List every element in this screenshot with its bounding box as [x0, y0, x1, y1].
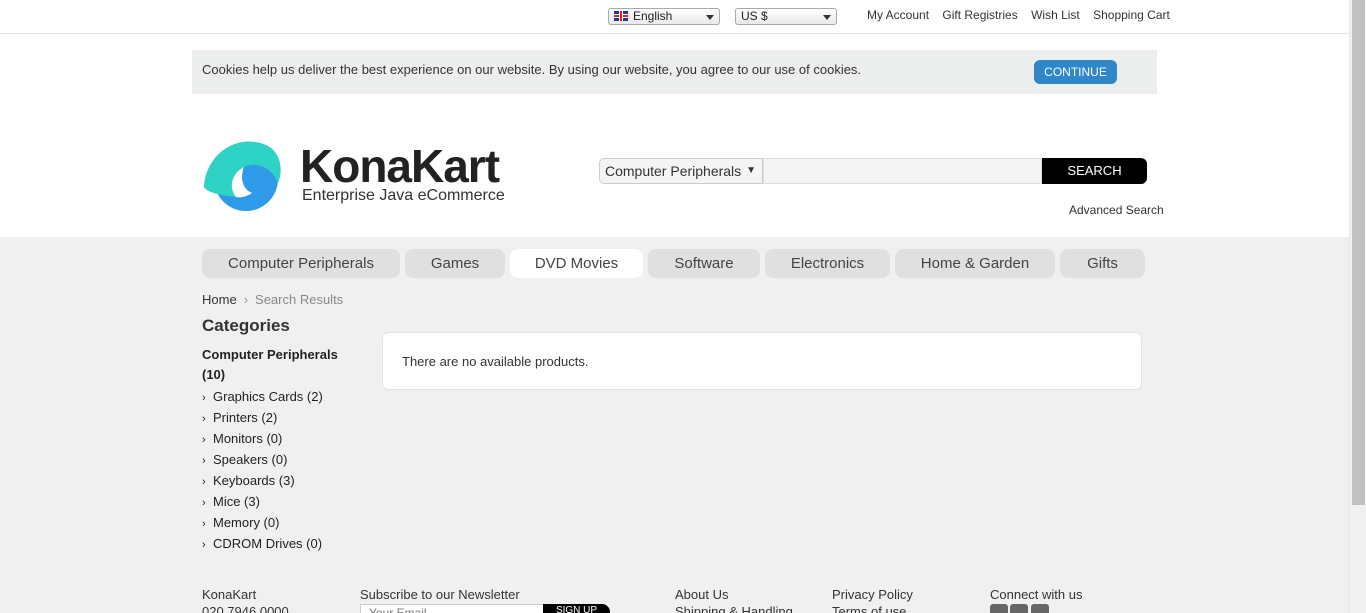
tab-software[interactable]: Software	[648, 249, 760, 278]
category-label: CDROM Drives (0)	[213, 536, 323, 551]
list-item[interactable]: › Monitors (0)	[202, 429, 323, 450]
list-item[interactable]: › Speakers (0)	[202, 450, 323, 471]
breadcrumb-current: Search Results	[255, 292, 344, 307]
cookie-continue-button[interactable]: CONTINUE	[1034, 60, 1117, 84]
footer-shipping-link[interactable]: Shipping & Handling	[675, 604, 793, 613]
logo[interactable]: KonaKart Enterprise Java eCommerce	[200, 135, 510, 215]
caret-down-icon: ▼	[746, 165, 756, 176]
currency-select[interactable]: US $	[735, 8, 837, 25]
chevron-right-icon: ›	[202, 413, 206, 425]
search-category-select[interactable]: Computer Peripherals ▼	[599, 158, 763, 184]
tab-computer-peripherals[interactable]: Computer Peripherals	[202, 249, 400, 278]
top-bar: English US $ My Account Gift Registries …	[0, 0, 1349, 34]
chevron-right-icon: ›	[202, 455, 206, 467]
chevron-down-icon	[706, 15, 714, 20]
scrollbar[interactable]	[1349, 0, 1366, 613]
search-input[interactable]	[763, 158, 1042, 184]
konakart-logo-icon	[204, 141, 281, 211]
wish-list-link[interactable]: Wish List	[1031, 8, 1080, 22]
shopping-cart-link[interactable]: Shopping Cart	[1093, 8, 1170, 22]
tab-electronics[interactable]: Electronics	[765, 249, 890, 278]
currency-value: US $	[741, 9, 768, 23]
chevron-down-icon	[823, 15, 831, 20]
chevron-right-icon: ›	[202, 434, 206, 446]
newsletter-title: Subscribe to our Newsletter	[360, 587, 520, 602]
search-category-value: Computer Peripherals	[605, 163, 742, 179]
footer-company: KonaKart	[202, 587, 257, 602]
instagram-icon[interactable]	[1031, 604, 1049, 613]
advanced-search-link[interactable]: Advanced Search	[1069, 203, 1164, 217]
scrollbar-thumb[interactable]	[1352, 0, 1365, 505]
facebook-icon[interactable]	[1010, 604, 1028, 613]
category-label: Graphics Cards (2)	[213, 389, 323, 404]
twitter-icon[interactable]	[990, 604, 1008, 613]
category-label: Keyboards (3)	[213, 473, 295, 488]
language-select[interactable]: English	[608, 8, 720, 25]
category-label: Memory (0)	[213, 515, 280, 530]
chevron-right-icon: ›	[202, 539, 206, 551]
category-label: Speakers (0)	[213, 452, 288, 467]
search-button[interactable]: SEARCH	[1042, 158, 1147, 184]
logo-name: KonaKart	[300, 140, 500, 192]
results-panel: There are no available products.	[382, 332, 1142, 390]
tab-games[interactable]: Games	[405, 249, 505, 278]
my-account-link[interactable]: My Account	[867, 8, 929, 22]
gift-registries-link[interactable]: Gift Registries	[942, 8, 1017, 22]
category-label: Mice (3)	[213, 494, 260, 509]
newsletter-email-input[interactable]: Your Email	[360, 604, 545, 613]
list-item[interactable]: › Memory (0)	[202, 513, 323, 534]
footer-about-link[interactable]: About Us	[675, 587, 728, 602]
breadcrumb-home[interactable]: Home	[202, 292, 237, 307]
list-item[interactable]: › Keyboards (3)	[202, 471, 323, 492]
tab-dvd-movies[interactable]: DVD Movies	[510, 249, 643, 278]
category-computer-peripherals[interactable]: Computer Peripherals (10)	[202, 345, 362, 385]
category-label: Monitors (0)	[213, 431, 283, 446]
cookie-text: Cookies help us deliver the best experie…	[202, 62, 862, 77]
categories-heading: Categories	[202, 316, 290, 335]
logo-tagline: Enterprise Java eCommerce	[302, 187, 505, 204]
tab-home-garden[interactable]: Home & Garden	[895, 249, 1055, 278]
breadcrumb: Home › Search Results	[202, 292, 343, 307]
search-bar: Computer Peripherals ▼ SEARCH	[599, 158, 1147, 184]
newsletter-signup-button[interactable]: SIGN UP	[543, 604, 610, 613]
language-value: English	[633, 9, 673, 23]
chevron-right-icon: ›	[202, 497, 206, 509]
chevron-right-icon: ›	[202, 518, 206, 530]
footer-privacy-link[interactable]: Privacy Policy	[832, 587, 913, 602]
footer-phone: 020 7946 0000	[202, 604, 289, 613]
top-links: My Account Gift Registries Wish List Sho…	[867, 8, 1180, 22]
chevron-right-icon: ›	[202, 476, 206, 488]
list-item[interactable]: › Mice (3)	[202, 492, 323, 513]
uk-flag-icon	[614, 11, 628, 21]
tab-gifts[interactable]: Gifts	[1060, 249, 1145, 278]
cookie-banner: Cookies help us deliver the best experie…	[192, 50, 1157, 94]
list-item[interactable]: › CDROM Drives (0)	[202, 534, 323, 555]
breadcrumb-separator-icon: ›	[243, 292, 249, 307]
list-item[interactable]: › Printers (2)	[202, 408, 323, 429]
chevron-right-icon: ›	[202, 392, 206, 404]
footer-connect-heading: Connect with us	[990, 587, 1083, 602]
category-label: Printers (2)	[213, 410, 278, 425]
no-products-message: There are no available products.	[402, 354, 589, 369]
list-item[interactable]: › Graphics Cards (2)	[202, 387, 323, 408]
footer-terms-link[interactable]: Terms of use	[832, 604, 906, 613]
category-list: › Graphics Cards (2) › Printers (2) › Monit…	[202, 387, 323, 555]
